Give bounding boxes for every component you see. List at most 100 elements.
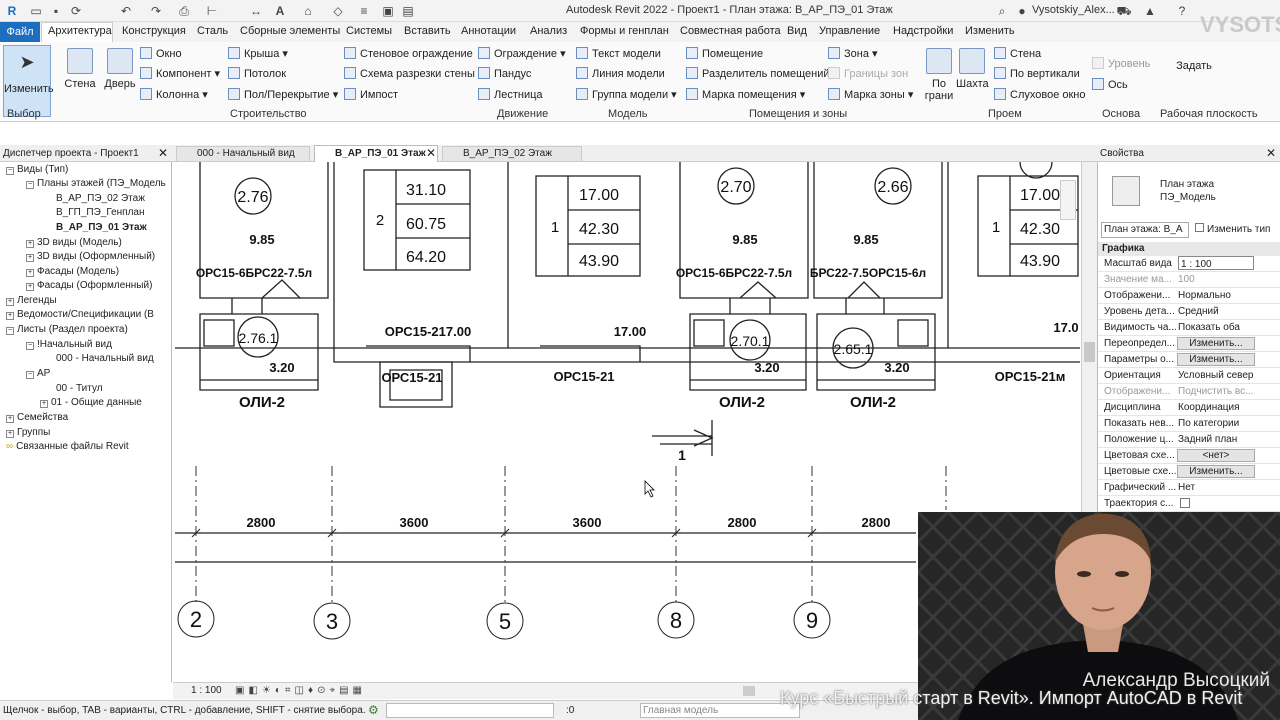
property-row[interactable]: Отображени... Нормально	[1098, 288, 1280, 304]
ceiling-button[interactable]: Потолок	[228, 67, 286, 81]
room-button[interactable]: Помещение	[686, 47, 763, 61]
dormer-button[interactable]: Слуховое окно	[994, 88, 1086, 102]
room-separator-button[interactable]: Разделитель помещений	[686, 67, 830, 81]
tab-file[interactable]: Файл	[0, 22, 40, 42]
panel-room-label[interactable]: Помещения и зоны	[749, 108, 847, 120]
roof-button[interactable]: Крыша ▾	[228, 47, 288, 61]
tree-node[interactable]: + Фасады (Модель)	[26, 266, 119, 278]
tab-massing[interactable]: Формы и генплан	[580, 25, 669, 37]
tree-node[interactable]: + Легенды	[6, 295, 57, 307]
property-row[interactable]: Ориентация Условный север	[1098, 368, 1280, 384]
tree-node[interactable]: ∞ Связанные файлы Revit	[6, 441, 129, 453]
section-icon[interactable]: ◇	[330, 3, 346, 19]
dimension-icon[interactable]: ↔	[248, 3, 264, 19]
workset-dropdown[interactable]	[386, 703, 554, 718]
property-row[interactable]: Графический ... Нет	[1098, 480, 1280, 496]
tab-structure[interactable]: Конструкция	[122, 25, 186, 37]
grid-button[interactable]: Ось	[1092, 78, 1128, 92]
tree-node[interactable]: − Планы этажей (ПЭ_Модель	[26, 178, 166, 190]
tab-analyze[interactable]: Анализ	[530, 25, 567, 37]
thin-lines-icon[interactable]: ≡	[356, 3, 372, 19]
close-icon[interactable]: ✕	[158, 146, 168, 160]
view-tab-start[interactable]: 000 - Начальный вид	[176, 146, 310, 162]
color-scheme-button[interactable]: <нет>	[1177, 449, 1255, 462]
tree-node[interactable]: − Листы (Раздел проекта)	[6, 324, 128, 336]
property-row[interactable]: Положение ц... Задний план	[1098, 432, 1280, 448]
tree-node[interactable]: +3D виды (Модель)	[26, 237, 122, 249]
room-tag-button[interactable]: Марка помещения ▾	[686, 88, 805, 102]
tab-view[interactable]: Вид	[787, 25, 807, 37]
tree-node-active[interactable]: В_АР_ПЭ_01 Этаж	[56, 222, 147, 234]
tree-node[interactable]: + Ведомости/Спецификации (В	[6, 309, 154, 321]
mullion-button[interactable]: Импост	[344, 88, 398, 102]
tab-architecture[interactable]: Архитектура	[48, 25, 112, 37]
curtain-grid-button[interactable]: Схема разрезки стены	[344, 67, 475, 81]
undo-icon[interactable]: ↶	[118, 3, 134, 19]
user-name[interactable]: Vysotskiy_Alex...	[1032, 4, 1115, 16]
door-button[interactable]: Дверь	[102, 48, 138, 90]
tree-node[interactable]: − !Начальный вид	[26, 339, 112, 351]
switch-windows-icon[interactable]: ▤	[400, 3, 416, 19]
tree-node[interactable]: − АР	[26, 368, 50, 380]
tree-node[interactable]: + Семейства	[6, 412, 68, 424]
tree-node[interactable]: + Фасады (Оформленный)	[26, 280, 152, 292]
instance-selector[interactable]: План этажа: В_А	[1101, 222, 1189, 238]
view-scale[interactable]: 1 : 100	[191, 685, 222, 696]
open-icon[interactable]: ▭	[28, 3, 44, 19]
tree-node[interactable]: + Группы	[6, 427, 50, 439]
view-control-icons[interactable]: ▣◧☀◐⌗◫♦⊙⌖▤▦	[235, 685, 366, 696]
worksharing-icon[interactable]: ⚙	[368, 703, 379, 717]
scrollbar-thumb[interactable]	[1084, 342, 1095, 362]
sync-icon[interactable]: ⟳	[68, 3, 84, 19]
design-option-dropdown[interactable]: Главная модель	[640, 703, 800, 718]
graphics-section-header[interactable]: Графика	[1098, 242, 1280, 256]
tab-annotate[interactable]: Аннотации	[461, 25, 516, 37]
property-row[interactable]: Уровень дета... Средний	[1098, 304, 1280, 320]
railing-button[interactable]: Ограждение ▾	[478, 47, 566, 61]
window-button[interactable]: Окно	[140, 47, 182, 61]
model-line-button[interactable]: Линия модели	[576, 67, 665, 81]
property-row[interactable]: Видимость ча... Показать оба	[1098, 320, 1280, 336]
area-button[interactable]: Зона ▾	[828, 47, 878, 61]
binoculars-icon[interactable]: ⌕	[994, 3, 1010, 19]
text-icon[interactable]: A	[272, 3, 288, 19]
shaft-button[interactable]: Шахта	[956, 48, 989, 90]
autodesk-icon[interactable]: ▲	[1142, 3, 1158, 19]
column-button[interactable]: Колонна ▾	[140, 88, 208, 102]
edit-type-button[interactable]: Изменить тип	[1195, 223, 1270, 235]
vertical-opening-button[interactable]: По вертикали	[994, 67, 1080, 81]
by-face-button[interactable]: По грани	[924, 48, 954, 102]
edit-display-options-button[interactable]: Изменить...	[1177, 353, 1255, 366]
help-icon[interactable]: ?	[1174, 3, 1190, 19]
tree-node[interactable]: В_ГП_ПЭ_Генплан	[56, 207, 145, 219]
area-tag-button[interactable]: Марка зоны ▾	[828, 88, 913, 102]
save-icon[interactable]: ▪	[48, 3, 64, 19]
tree-node[interactable]: +3D виды (Оформленный)	[26, 251, 155, 263]
property-row[interactable]: Дисциплина Координация	[1098, 400, 1280, 416]
tab-manage[interactable]: Управление	[819, 25, 880, 37]
panel-select-label[interactable]: Выбор	[7, 108, 41, 120]
model-text-button[interactable]: Текст модели	[576, 47, 661, 61]
3d-view-icon[interactable]: ⌂	[300, 3, 316, 19]
curtain-wall-button[interactable]: Стеновое ограждение	[344, 47, 473, 61]
edit-overrides-button[interactable]: Изменить...	[1177, 337, 1255, 350]
tree-node[interactable]: В_АР_ПЭ_02 Этаж	[56, 193, 145, 205]
sun-path-checkbox[interactable]	[1180, 498, 1190, 508]
set-workplane-button[interactable]: Задать	[1176, 60, 1212, 72]
tree-node[interactable]: 00 - Титул	[56, 383, 103, 395]
floor-button[interactable]: Пол/Перекрытие ▾	[228, 88, 338, 102]
tab-modify[interactable]: Изменить	[965, 25, 1015, 37]
measure-icon[interactable]: ⊢	[204, 3, 220, 19]
ramp-button[interactable]: Пандус	[478, 67, 531, 81]
property-row[interactable]: Показать нев... По категории	[1098, 416, 1280, 432]
tree-node[interactable]: 000 - Начальный вид	[56, 353, 154, 365]
close-hidden-icon[interactable]: ▣	[380, 3, 396, 19]
tab-addins[interactable]: Надстройки	[893, 25, 953, 37]
revit-logo-icon[interactable]: R	[4, 3, 20, 19]
redo-icon[interactable]: ↷	[148, 3, 164, 19]
close-icon[interactable]: ✕	[1266, 146, 1276, 160]
cart-icon[interactable]: ⛟	[1116, 3, 1132, 19]
model-group-button[interactable]: Группа модели ▾	[576, 88, 677, 102]
color-schemes-button[interactable]: Изменить...	[1177, 465, 1255, 478]
tab-precast[interactable]: Сборные элементы	[240, 25, 340, 37]
